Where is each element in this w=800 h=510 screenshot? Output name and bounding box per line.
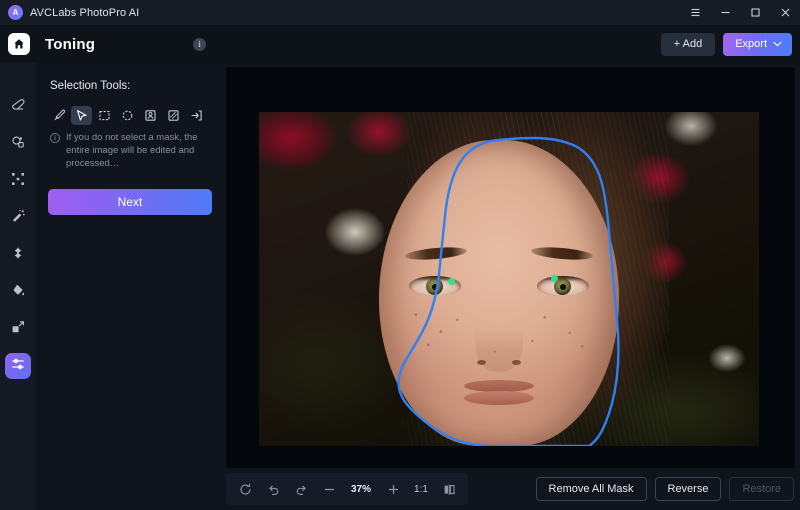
next-button[interactable]: Next [48, 189, 212, 215]
portrait-photo [259, 112, 759, 446]
undo-icon[interactable] [260, 477, 286, 501]
image-stage[interactable] [226, 67, 795, 468]
zoom-in-button[interactable] [380, 477, 406, 501]
rail-item-eraser[interactable] [5, 94, 31, 120]
export-label: Export [735, 38, 767, 50]
eye-right [537, 276, 589, 296]
bottom-toolbar: 37% 1:1 Remove All Mask Reverse Restore [226, 473, 795, 505]
rail-item-color-fill[interactable] [5, 279, 31, 305]
eraser-icon [11, 98, 25, 117]
reset-rotate-icon[interactable] [232, 477, 258, 501]
rail-item-toning[interactable] [5, 353, 31, 379]
minimize-icon[interactable] [710, 0, 740, 26]
redo-icon[interactable] [288, 477, 314, 501]
pupil-right [559, 283, 566, 290]
selection-tools-heading: Selection Tools: [50, 80, 131, 92]
tool-rail [0, 62, 36, 510]
face [379, 140, 619, 446]
maximize-icon[interactable] [740, 0, 770, 26]
restore-button[interactable]: Restore [729, 477, 794, 501]
title-bar: A AVCLabs PhotoPro AI [0, 0, 800, 26]
page-title: Toning [45, 35, 96, 53]
magic-wand-icon [11, 209, 25, 228]
enhance-sparkle-icon [11, 246, 25, 265]
portrait-select-tool-icon[interactable] [140, 106, 161, 125]
mask-hint: i If you do not select a mask, the entir… [48, 131, 214, 170]
upscale-expand-icon [11, 172, 25, 191]
import-mask-tool-icon[interactable] [186, 106, 207, 125]
rail-item-resize[interactable] [5, 316, 31, 342]
window-controls [680, 0, 800, 26]
app-title: AVCLabs PhotoPro AI [30, 6, 140, 19]
mask-hint-text: If you do not select a mask, the entire … [66, 132, 198, 169]
page-header: Toning i + Add Export [0, 26, 800, 62]
rail-item-upscale[interactable] [5, 168, 31, 194]
mask-actions: Remove All Mask Reverse Restore [535, 477, 795, 501]
zoom-level-value: 37% [350, 483, 371, 495]
pointer-select-tool-icon[interactable] [71, 106, 92, 125]
lash-right [537, 276, 589, 281]
eyebrow-left [404, 245, 468, 262]
add-button[interactable]: + Add [660, 32, 716, 56]
eye-marker-left[interactable] [448, 278, 455, 285]
rail-item-magic-wand[interactable] [5, 205, 31, 231]
lower-lip [464, 391, 534, 405]
freckles [395, 300, 603, 366]
main-body: Selection Tools: i If you do not select … [0, 62, 800, 510]
resize-icon [11, 320, 25, 339]
rail-item-enhance[interactable] [5, 242, 31, 268]
eye-marker-right[interactable] [551, 275, 558, 282]
reverse-button[interactable]: Reverse [654, 477, 722, 501]
remove-all-mask-button[interactable]: Remove All Mask [535, 477, 647, 501]
ellipse-select-tool-icon[interactable] [117, 106, 138, 125]
color-fill-icon [11, 283, 25, 302]
canvas-area: 37% 1:1 Remove All Mask Reverse Restore [226, 62, 800, 510]
brush-tool-icon[interactable] [48, 106, 69, 125]
home-icon[interactable] [8, 33, 30, 55]
photo-container[interactable] [259, 112, 759, 446]
close-icon[interactable] [770, 0, 800, 26]
rail-item-object-removal[interactable] [5, 131, 31, 157]
background-select-tool-icon[interactable] [163, 106, 184, 125]
selection-tool-row [48, 106, 214, 125]
export-button[interactable]: Export [723, 32, 792, 56]
zoom-out-button[interactable] [316, 477, 342, 501]
header-actions: + Add Export [660, 32, 792, 56]
info-circle-icon: i [50, 133, 60, 143]
fit-ratio-button[interactable]: 1:1 [408, 477, 434, 501]
app-logo-icon: A [8, 5, 23, 20]
rectangle-select-tool-icon[interactable] [94, 106, 115, 125]
eyebrow-right [530, 245, 594, 262]
chevron-down-icon [773, 38, 782, 50]
toning-sliders-icon [11, 357, 25, 376]
selection-panel: Selection Tools: i If you do not select … [36, 62, 226, 510]
pupil-left [431, 283, 438, 290]
app-window: A AVCLabs PhotoPro AI Toning i + Add Exp… [0, 0, 800, 510]
info-icon[interactable]: i [193, 37, 206, 51]
hamburger-menu-icon[interactable] [680, 0, 710, 26]
split-compare-icon[interactable] [436, 477, 462, 501]
lips [464, 380, 534, 405]
object-removal-icon [11, 135, 25, 154]
zoom-controls: 37% 1:1 [226, 473, 468, 505]
